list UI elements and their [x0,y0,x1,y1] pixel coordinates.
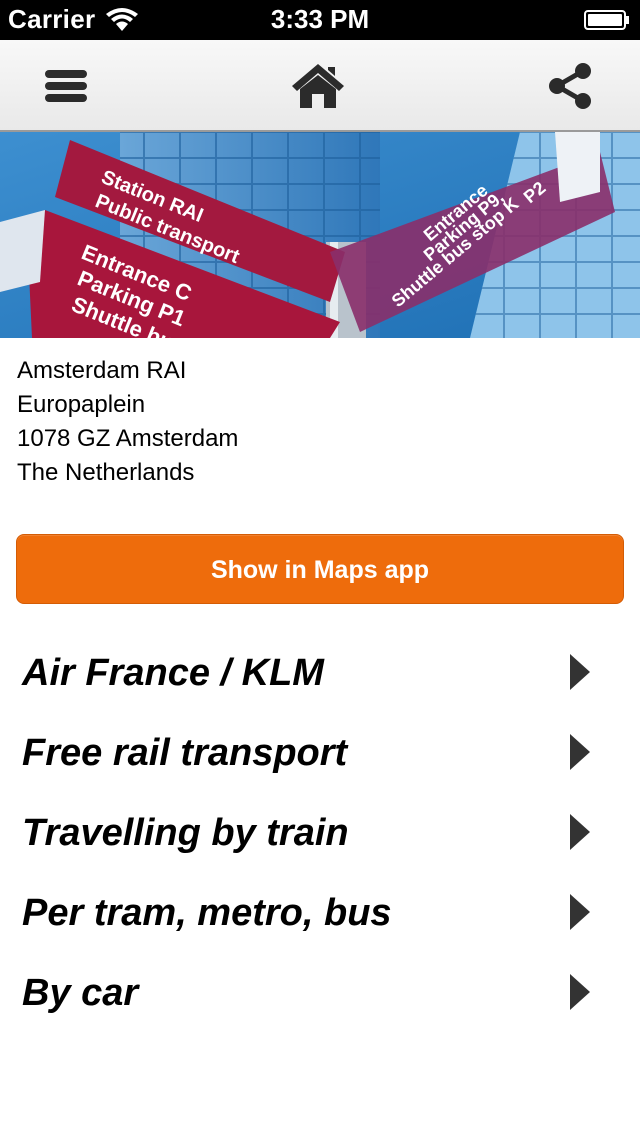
list-item-free-rail-transport[interactable]: Free rail transport [0,714,640,794]
list-item-label: Travelling by train [22,812,349,854]
transport-list: Air France / KLM Free rail transport Tra… [0,634,640,1034]
status-time: 3:33 PM [270,4,370,34]
menu-icon [45,70,87,102]
share-button[interactable] [542,58,598,114]
nav-bar [0,40,640,132]
list-item-tram-metro-bus[interactable]: Per tram, metro, bus [0,874,640,954]
address-street: Europaplein [17,391,146,418]
home-icon [292,64,344,108]
chevron-right-icon [570,734,590,770]
address-postal-city: 1078 GZ Amsterdam [17,425,239,452]
chevron-right-icon [570,654,590,690]
list-item-travelling-by-train[interactable]: Travelling by train [0,794,640,874]
chevron-right-icon [570,974,590,1010]
hero-photo: Station RAI Public transport Entrance C … [0,132,640,338]
menu-button[interactable] [38,58,94,114]
chevron-right-icon [570,814,590,850]
chevron-right-icon [570,894,590,930]
address-name: Amsterdam RAI [17,357,187,384]
list-item-label: Per tram, metro, bus [22,892,392,934]
list-item-by-car[interactable]: By car [0,954,640,1034]
address-country: The Netherlands [17,459,195,486]
battery-icon [584,10,629,30]
list-item-label: Free rail transport [22,732,348,774]
list-item-label: By car [22,972,139,1014]
list-item-label: Air France / KLM [22,652,324,694]
address-block: Amsterdam RAI Europaplein 1078 GZ Amster… [17,354,238,490]
show-in-maps-button[interactable]: Show in Maps app [16,534,624,604]
home-button[interactable] [290,58,346,114]
hero-image: Station RAI Public transport Entrance C … [0,132,640,338]
status-bar: Carrier 3:33 PM [0,0,640,40]
list-item-air-france-klm[interactable]: Air France / KLM [0,634,640,714]
share-icon [549,63,591,109]
